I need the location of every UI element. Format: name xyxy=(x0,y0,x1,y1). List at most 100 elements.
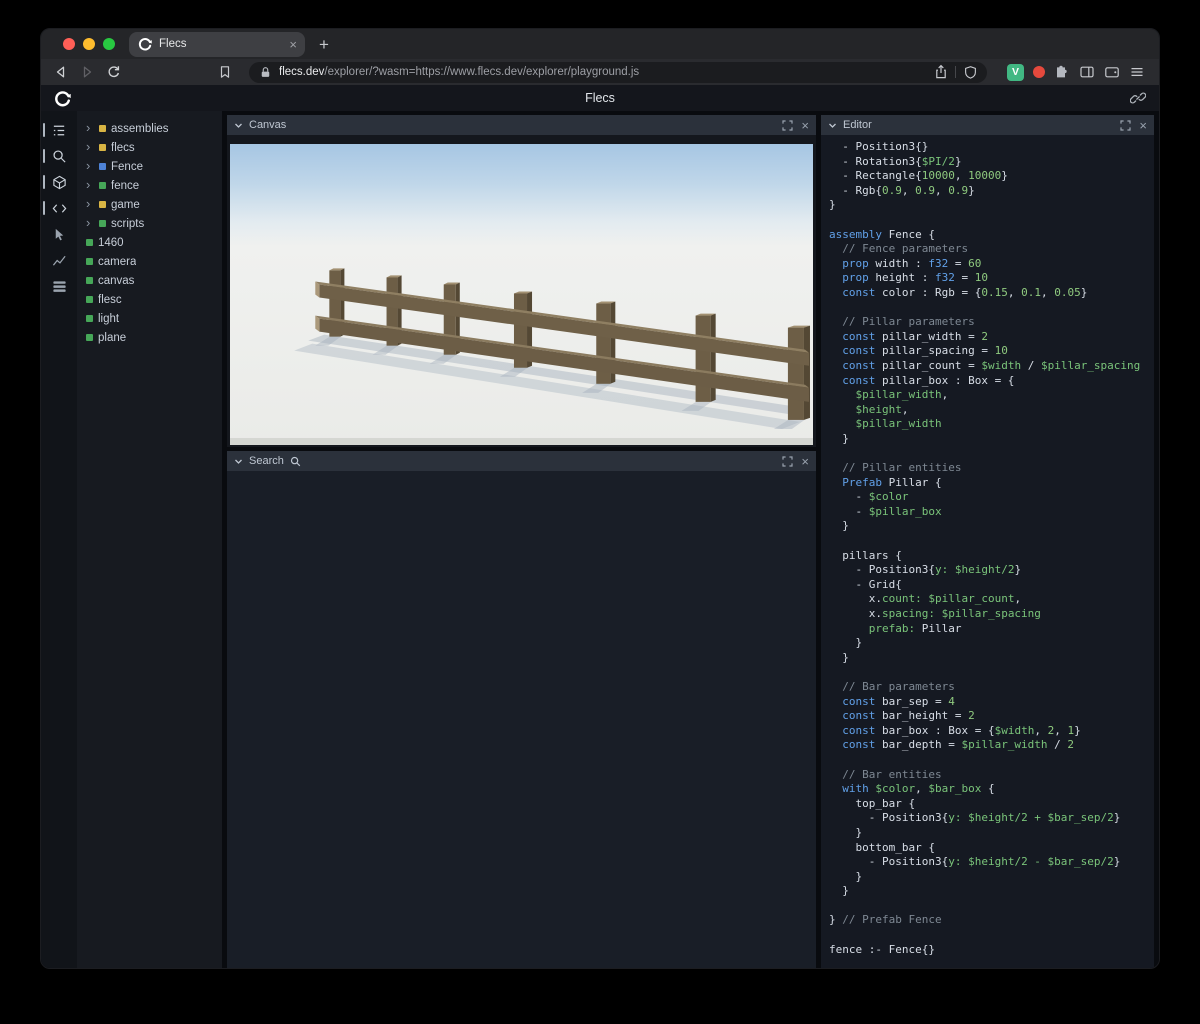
code-line xyxy=(829,301,1146,316)
code-line: } xyxy=(829,884,1146,899)
flecs-favicon xyxy=(138,37,152,51)
code-line: prefab: Pillar xyxy=(829,622,1146,637)
reload-button[interactable] xyxy=(105,64,121,80)
url-text: flecs.dev/explorer/?wasm=https://www.fle… xyxy=(279,66,927,78)
tree-item-canvas[interactable]: canvas xyxy=(77,271,222,290)
divider xyxy=(955,66,956,78)
expand-chevron-icon[interactable]: › xyxy=(86,216,94,229)
tree-item-label: game xyxy=(111,199,140,211)
tab-close-icon[interactable]: × xyxy=(289,38,297,51)
entity-color-square xyxy=(99,201,106,208)
address-bar[interactable]: flecs.dev/explorer/?wasm=https://www.fle… xyxy=(249,62,987,83)
search-panel-title: Search xyxy=(249,455,284,467)
tree-item-scripts[interactable]: › scripts xyxy=(77,214,222,233)
forward-button[interactable] xyxy=(79,64,95,80)
editor-panel: Editor × - Position3{} - Rotation3{$PI/2… xyxy=(821,115,1154,968)
page-title: Flecs xyxy=(41,91,1159,105)
inspector-cursor-icon[interactable] xyxy=(41,225,77,243)
tree-item-label: flesc xyxy=(98,294,122,306)
shield-icon[interactable] xyxy=(962,64,978,80)
code-line: prop width : f32 = 60 xyxy=(829,257,1146,272)
code-editor-icon[interactable] xyxy=(41,199,77,217)
fence-3d-render[interactable] xyxy=(230,144,813,445)
code-line: const color : Rgb = {0.15, 0.1, 0.05} xyxy=(829,286,1146,301)
collapse-chevron-icon[interactable] xyxy=(234,121,243,130)
code-line: - Position3{y: $height/2 + $bar_sep/2} xyxy=(829,811,1146,826)
share-icon[interactable] xyxy=(933,64,949,80)
browser-tab[interactable]: Flecs × xyxy=(129,32,305,57)
code-line: $pillar_width xyxy=(829,417,1146,432)
window-minimize-button[interactable] xyxy=(83,38,95,50)
data-tables-icon[interactable] xyxy=(41,277,77,295)
vue-devtools-icon[interactable]: V xyxy=(1007,64,1024,81)
code-line: const pillar_box : Box = { xyxy=(829,374,1146,389)
wallet-icon[interactable] xyxy=(1104,64,1120,80)
code-line xyxy=(829,928,1146,943)
code-line: } xyxy=(829,432,1146,447)
tree-item-label: scripts xyxy=(111,218,144,230)
tree-item-label: Fence xyxy=(111,161,143,173)
tree-item-fence[interactable]: ›fence xyxy=(77,176,222,195)
entity-tree-icon[interactable] xyxy=(41,121,77,139)
tree-item-flesc[interactable]: flesc xyxy=(77,290,222,309)
extension-icons: V xyxy=(1007,64,1145,81)
expand-panel-icon[interactable] xyxy=(782,456,793,467)
window-close-button[interactable] xyxy=(63,38,75,50)
back-button[interactable] xyxy=(53,64,69,80)
close-panel-icon[interactable]: × xyxy=(1139,119,1147,132)
statistics-chart-icon[interactable] xyxy=(41,251,77,269)
tree-item-label: assemblies xyxy=(111,123,169,135)
entity-color-square xyxy=(99,144,106,151)
code-line: $pillar_width, xyxy=(829,388,1146,403)
window-zoom-button[interactable] xyxy=(103,38,115,50)
expand-chevron-icon[interactable]: › xyxy=(86,121,94,134)
code-line: // Bar parameters xyxy=(829,680,1146,695)
canvas-3d-icon[interactable] xyxy=(41,173,77,191)
expand-chevron-icon[interactable]: › xyxy=(86,178,94,191)
traffic-lights xyxy=(41,38,129,50)
tree-item-assemblies[interactable]: › assemblies xyxy=(77,119,222,138)
url-domain: flecs.dev xyxy=(279,66,324,78)
sidebar-panel-icon[interactable] xyxy=(1079,64,1095,80)
bookmark-icon[interactable] xyxy=(217,64,233,80)
search-icon[interactable] xyxy=(41,147,77,165)
expand-panel-icon[interactable] xyxy=(782,120,793,131)
entity-color-square xyxy=(99,125,106,132)
close-panel-icon[interactable]: × xyxy=(801,455,809,468)
share-link-icon[interactable] xyxy=(1130,90,1146,106)
expand-chevron-icon[interactable]: › xyxy=(86,159,94,172)
code-line: } // Prefab Fence xyxy=(829,913,1146,928)
tree-item-flecs[interactable]: ›flecs xyxy=(77,138,222,157)
search-results-area[interactable] xyxy=(227,471,816,968)
close-panel-icon[interactable]: × xyxy=(801,119,809,132)
code-line: - Position3{y: $height/2} xyxy=(829,563,1146,578)
code-line: Prefab Pillar { xyxy=(829,476,1146,491)
entity-color-square xyxy=(86,296,93,303)
entity-color-square xyxy=(86,239,93,246)
tree-item-game[interactable]: › game xyxy=(77,195,222,214)
expand-chevron-icon[interactable]: › xyxy=(86,140,94,153)
menu-icon[interactable] xyxy=(1129,64,1145,80)
collapse-chevron-icon[interactable] xyxy=(234,457,243,466)
tree-item-Fence[interactable]: › Fence xyxy=(77,157,222,176)
expand-panel-icon[interactable] xyxy=(1120,120,1131,131)
code-line: prop height : f32 = 10 xyxy=(829,271,1146,286)
canvas-panel-title: Canvas xyxy=(249,119,286,131)
canvas-panel: Canvas × xyxy=(227,115,816,447)
tree-item-1460[interactable]: 1460 xyxy=(77,233,222,252)
tree-item-light[interactable]: light xyxy=(77,309,222,328)
extensions-puzzle-icon[interactable] xyxy=(1054,64,1070,80)
collapse-chevron-icon[interactable] xyxy=(828,121,837,130)
tree-item-label: light xyxy=(98,313,119,325)
new-tab-button[interactable]: + xyxy=(319,36,329,53)
entity-color-square xyxy=(99,182,106,189)
red-extension-icon[interactable] xyxy=(1033,66,1045,78)
code-line: const pillar_count = $width / $pillar_sp… xyxy=(829,359,1146,374)
tree-item-plane[interactable]: plane xyxy=(77,328,222,347)
tree-item-camera[interactable]: camera xyxy=(77,252,222,271)
entity-color-square xyxy=(99,220,106,227)
code-editor[interactable]: - Position3{} - Rotation3{$PI/2} - Recta… xyxy=(821,135,1154,968)
code-line: - $pillar_box xyxy=(829,505,1146,520)
expand-chevron-icon[interactable]: › xyxy=(86,197,94,210)
code-line: } xyxy=(829,651,1146,666)
